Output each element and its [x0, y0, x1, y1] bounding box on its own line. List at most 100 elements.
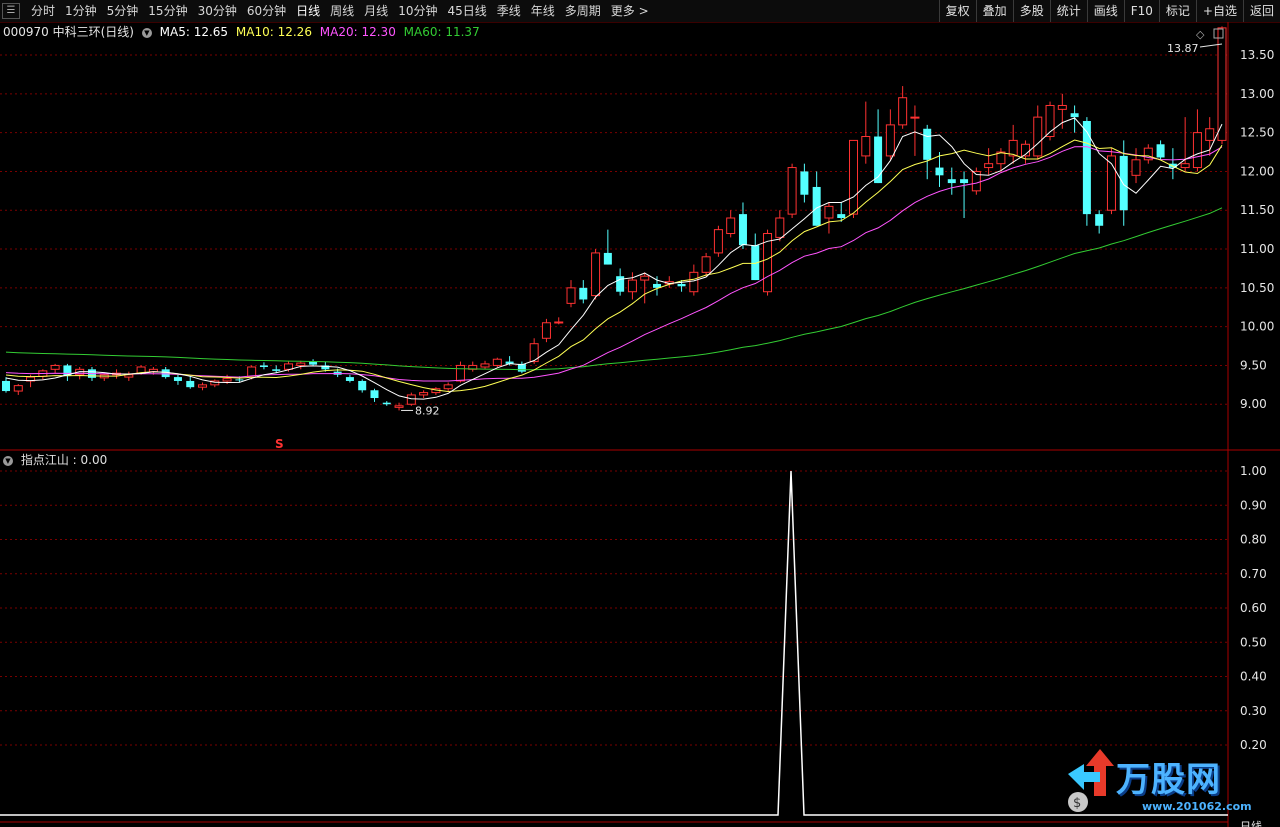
candle-body: [824, 205, 834, 219]
ma5-line: [5, 117, 1223, 400]
candle: [751, 233, 760, 281]
price-axis-label: 11.50: [1240, 203, 1274, 217]
candle: [492, 357, 502, 367]
candle: [186, 376, 195, 389]
candle: [898, 86, 908, 129]
candle-body: [947, 179, 956, 184]
candle: [480, 360, 490, 370]
candle-body: [1119, 155, 1128, 211]
candle: [2, 377, 10, 393]
candle: [947, 167, 956, 195]
candle-body: [406, 394, 416, 405]
candle-body: [1205, 128, 1215, 141]
candle: [419, 390, 429, 399]
candle: [849, 139, 859, 218]
candle: [1192, 109, 1202, 172]
indicator-axis-label: 0.40: [1240, 670, 1267, 684]
candle: [541, 318, 551, 343]
ma60-line: [5, 207, 1223, 371]
diamond-icon: ◇: [1196, 28, 1205, 41]
low-price-label: 8.92: [415, 404, 440, 417]
price-axis-label: 10.00: [1240, 320, 1274, 334]
candle-body: [923, 128, 932, 160]
candle: [431, 387, 441, 395]
candle-body: [910, 116, 920, 119]
candle: [173, 374, 182, 385]
candle-body: [640, 275, 650, 281]
candle-body: [554, 321, 564, 324]
ma20-line: [5, 146, 1223, 382]
price-axis-label: 10.50: [1240, 281, 1274, 295]
candle: [38, 369, 48, 380]
candle-body: [591, 252, 601, 297]
price-axis-label: 11.00: [1240, 242, 1274, 256]
candle-body: [1156, 144, 1165, 158]
candle: [1180, 117, 1190, 172]
candle-body: [1057, 104, 1067, 110]
candle-body: [701, 256, 711, 273]
price-axis-label: 9.00: [1240, 397, 1267, 411]
candle: [885, 109, 895, 160]
candle: [763, 229, 773, 296]
candle-body: [235, 379, 244, 381]
candle: [1057, 93, 1067, 129]
candle-body: [738, 214, 747, 246]
candle-body: [394, 405, 404, 408]
candle-body: [800, 171, 809, 195]
candle-body: [1131, 159, 1141, 176]
candle-body: [566, 287, 576, 304]
indicator-axis-label: 1.00: [1240, 464, 1267, 478]
indicator-axis-label: 0.60: [1240, 601, 1267, 615]
candle: [554, 317, 564, 325]
candle: [566, 280, 576, 308]
candle-body: [1033, 116, 1043, 157]
candle-body: [272, 369, 281, 371]
candle: [652, 276, 661, 296]
candle: [713, 225, 723, 257]
candle-body: [222, 378, 232, 382]
indicator-axis-label: 0.70: [1240, 567, 1267, 581]
candle-body: [492, 358, 502, 366]
indicator-axis-label: 0.30: [1240, 704, 1267, 718]
candle-body: [173, 377, 182, 381]
candle-body: [419, 392, 429, 396]
candle: [198, 382, 208, 391]
candle: [63, 363, 72, 381]
candle-body: [787, 167, 797, 215]
candle: [1156, 140, 1165, 160]
candle: [603, 229, 612, 265]
candle-body: [935, 167, 944, 176]
candle-body: [345, 377, 354, 381]
candle: [664, 276, 674, 288]
candle: [874, 109, 883, 184]
candle-body: [713, 229, 723, 254]
candle-body: [1192, 132, 1202, 169]
candle: [370, 388, 379, 402]
candle-body: [837, 214, 846, 218]
candle: [345, 374, 354, 383]
candle: [1095, 210, 1104, 234]
candle: [701, 252, 711, 277]
candle-body: [2, 380, 10, 392]
watermark-url: www.201062.com: [1142, 800, 1252, 813]
candle: [726, 210, 736, 238]
price-axis-label: 12.00: [1240, 164, 1274, 178]
indicator-axis-label: 0.80: [1240, 533, 1267, 547]
price-axis-label: 13.00: [1240, 87, 1274, 101]
candle: [1143, 144, 1153, 164]
candle-body: [198, 384, 208, 388]
candle: [443, 382, 453, 392]
candle-body: [358, 380, 367, 391]
candle: [1033, 105, 1043, 160]
high-price-label: 13.87: [1167, 42, 1199, 55]
candle-body: [50, 364, 60, 370]
candle: [309, 359, 318, 366]
candle: [468, 361, 478, 372]
candle: [99, 373, 109, 381]
candle: [1008, 124, 1018, 164]
candle-body: [259, 365, 268, 367]
candle: [210, 379, 220, 388]
candle: [800, 163, 809, 203]
kline-chart[interactable]: 13.50 13.00 12.50 12.00 11.50 11.00 10.50 10.00…: [0, 0, 1280, 827]
candle: [591, 249, 601, 300]
